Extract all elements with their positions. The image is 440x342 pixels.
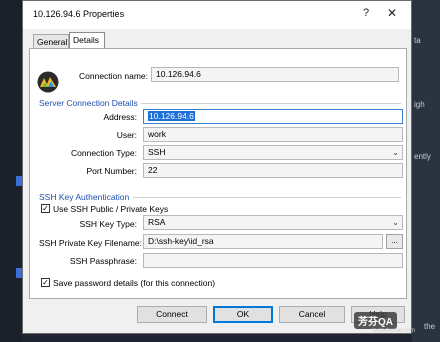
user-field[interactable]: work (143, 127, 403, 142)
tab-details[interactable]: Details (69, 32, 105, 49)
key-type-label: SSH Key Type: (79, 219, 137, 229)
connection-type-select[interactable]: SSH ⌄ (143, 145, 403, 160)
address-label: Address: (103, 112, 137, 122)
connect-button[interactable]: Connect (137, 306, 207, 323)
save-password-label: Save password details (for this connecti… (53, 278, 216, 288)
browse-button[interactable]: ... (386, 234, 403, 249)
chevron-down-icon: ⌄ (392, 218, 399, 227)
chevron-down-icon: ⌄ (392, 148, 399, 157)
use-ssh-keys-label: Use SSH Public / Private Keys (53, 204, 169, 214)
properties-dialog: 10.126.94.6 Properties ? ✕ General Detai… (22, 0, 412, 334)
address-value: 10.126.94.6 (148, 111, 195, 121)
connection-type-label: Connection Type: (71, 148, 137, 158)
window-title: 10.126.94.6 Properties (33, 9, 125, 19)
cancel-button[interactable]: Cancel (279, 306, 345, 323)
title-bar: 10.126.94.6 Properties ? ✕ (23, 1, 411, 29)
background-text: ently (414, 152, 431, 161)
background-right (412, 0, 440, 342)
server-section-title: Server Connection Details (39, 98, 138, 108)
ok-button[interactable]: OK (213, 306, 273, 323)
close-icon[interactable]: ✕ (387, 6, 397, 20)
use-ssh-keys-checkbox[interactable]: ✓ (41, 204, 50, 213)
user-label: User: (116, 130, 137, 140)
passphrase-field[interactable] (143, 253, 403, 268)
connection-type-value: SSH (148, 147, 166, 157)
key-type-select[interactable]: RSA ⌄ (143, 215, 403, 230)
watermark: 芳芬QA (354, 312, 397, 329)
background-text: igh (414, 100, 425, 109)
port-label: Port Number: (86, 166, 137, 176)
connection-name-field[interactable]: 10.126.94.6 (151, 67, 399, 82)
watermark-subtitle: testerhome.com (372, 328, 416, 334)
connection-logo-icon (37, 71, 59, 93)
key-type-value: RSA (148, 217, 166, 227)
help-icon[interactable]: ? (363, 7, 369, 19)
tab-general[interactable]: General (33, 34, 69, 48)
background-left (0, 0, 22, 342)
port-field[interactable]: 22 (143, 163, 403, 178)
background-text: ta (414, 36, 421, 45)
save-password-checkbox[interactable]: ✓ (41, 278, 50, 287)
key-file-label: SSH Private Key Filename: (39, 238, 142, 248)
key-file-field[interactable]: D:\ssh-key\id_rsa (143, 234, 383, 249)
passphrase-label: SSH Passphrase: (69, 256, 137, 266)
section-divider (133, 197, 401, 198)
address-field[interactable]: 10.126.94.6 (143, 109, 403, 124)
section-divider (141, 103, 401, 104)
background-text: the (424, 322, 436, 331)
ssh-section-title: SSH Key Authentication (39, 192, 130, 202)
connection-name-label: Connection name: (79, 71, 148, 81)
